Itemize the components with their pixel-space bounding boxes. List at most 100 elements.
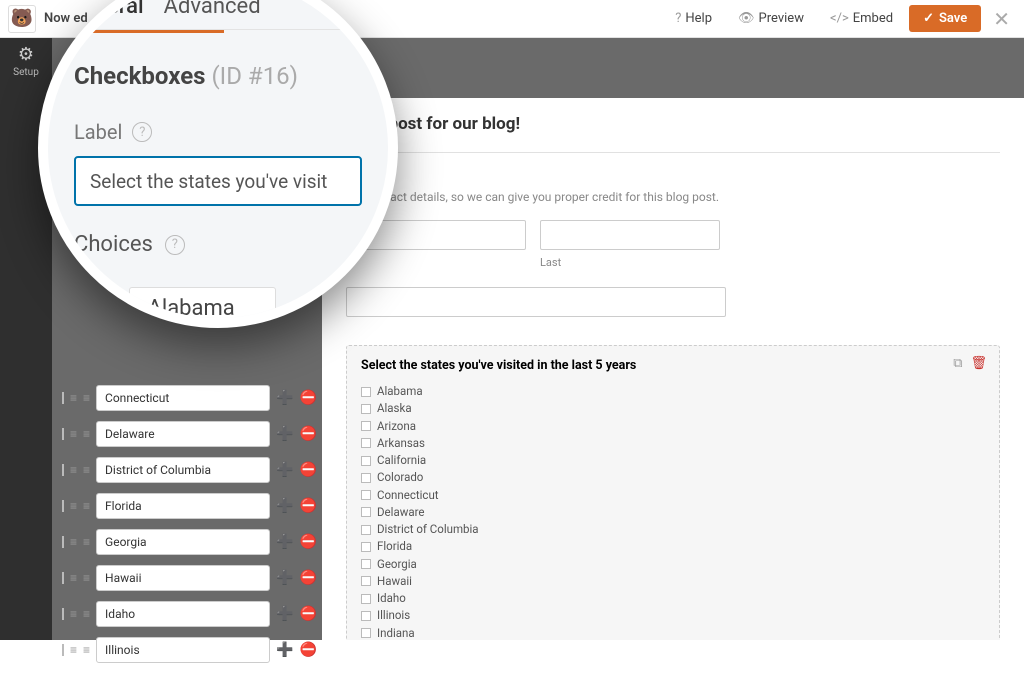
checkbox-option[interactable]: Indiana xyxy=(361,625,985,641)
last-name-field[interactable] xyxy=(540,220,720,250)
add-choice-icon[interactable]: ➕ xyxy=(276,498,293,514)
checkbox-icon xyxy=(361,473,371,483)
drag-handle-icon[interactable]: ≡ xyxy=(70,391,77,405)
default-checkbox[interactable] xyxy=(62,644,64,656)
default-checkbox[interactable] xyxy=(62,428,64,440)
default-checkbox[interactable] xyxy=(62,464,64,476)
add-choice-icon[interactable]: ➕ xyxy=(276,570,293,586)
checkbox-option[interactable]: Connecticut xyxy=(361,487,985,504)
menu-icon[interactable]: ≡ xyxy=(83,571,90,585)
checkbox-option[interactable]: Florida xyxy=(361,538,985,555)
checkbox-option-label: Arkansas xyxy=(377,435,425,452)
drag-handle-icon[interactable]: ≡ xyxy=(70,571,77,585)
checkbox-icon xyxy=(361,594,371,604)
menu-icon[interactable]: ≡ xyxy=(83,643,90,657)
remove-choice-icon[interactable]: ⛔ xyxy=(299,498,316,514)
choice-row: ≡≡➕⛔ xyxy=(62,493,302,519)
drag-handle-icon[interactable]: ≡ xyxy=(70,499,77,513)
check-icon: ✓ xyxy=(923,11,934,26)
drag-handle-icon[interactable]: ≡ xyxy=(70,643,77,657)
checkbox-option-label: Indiana xyxy=(377,625,415,641)
remove-choice-icon[interactable]: ⛔ xyxy=(299,462,316,478)
divider xyxy=(346,152,1000,153)
tab-general[interactable]: General xyxy=(62,0,158,19)
drag-handle-icon[interactable]: ≡ xyxy=(70,463,77,477)
help-icon[interactable]: ? xyxy=(165,235,185,255)
remove-choice-icon[interactable]: ⛔ xyxy=(299,606,316,622)
checkbox-option[interactable]: Hawaii xyxy=(361,573,985,590)
tab-advanced[interactable]: Advanced xyxy=(158,0,275,19)
add-choice-icon[interactable]: ➕ xyxy=(276,534,293,550)
checkbox-option[interactable]: District of Columbia xyxy=(361,521,985,538)
help-link[interactable]: ?Help xyxy=(665,5,722,32)
checkbox-option[interactable]: Alabama xyxy=(361,383,985,400)
embed-button[interactable]: </>Embed xyxy=(820,5,903,32)
remove-choice-icon[interactable]: ⛔ xyxy=(299,426,316,442)
checkbox-option-label: Georgia xyxy=(377,556,417,573)
label-option-label: Label xyxy=(74,120,122,144)
checkbox-option[interactable]: Idaho xyxy=(361,590,985,607)
gear-icon[interactable]: ⚙ xyxy=(0,44,52,65)
choice-text-input[interactable] xyxy=(96,637,270,663)
menu-icon[interactable]: ≡ xyxy=(83,535,90,549)
checkbox-icon xyxy=(361,490,371,500)
choice-text-input[interactable] xyxy=(96,493,270,519)
add-choice-icon[interactable]: ➕ xyxy=(276,462,293,478)
choice-text-input[interactable] xyxy=(96,565,270,591)
checkbox-option[interactable]: Illinois xyxy=(361,607,985,624)
trash-icon[interactable]: 🗑 xyxy=(970,356,987,371)
add-choice-icon[interactable]: ➕ xyxy=(276,606,293,622)
add-choice-icon[interactable]: ➕ xyxy=(276,390,293,406)
choice-text-input[interactable] xyxy=(96,457,270,483)
help-icon[interactable]: ? xyxy=(132,122,152,142)
help-label: Help xyxy=(685,11,712,26)
drag-handle-icon[interactable]: ≡ xyxy=(70,427,77,441)
add-choice-icon[interactable]: ➕ xyxy=(276,426,293,442)
default-checkbox[interactable] xyxy=(62,572,64,584)
add-choice-icon[interactable]: ➕ xyxy=(276,642,293,658)
drag-handle-icon[interactable]: ≡ xyxy=(108,296,119,317)
close-button[interactable]: ✕ xyxy=(987,7,1016,31)
checkbox-icon xyxy=(361,559,371,569)
remove-choice-icon[interactable]: ⛔ xyxy=(299,390,316,406)
checkbox-option[interactable]: Alaska xyxy=(361,400,985,417)
checkbox-option[interactable]: California xyxy=(361,452,985,469)
default-checkbox[interactable] xyxy=(62,392,64,404)
checkbox-option-label: District of Columbia xyxy=(377,521,479,538)
checkbox-option[interactable]: Arkansas xyxy=(361,435,985,452)
remove-choice-icon[interactable]: ⛔ xyxy=(299,570,316,586)
drag-handle-icon[interactable]: ≡ xyxy=(70,607,77,621)
checkbox-option[interactable]: Arizona xyxy=(361,418,985,435)
menu-icon[interactable]: ≡ xyxy=(83,427,90,441)
menu-icon[interactable]: ≡ xyxy=(83,499,90,513)
checkboxes-label: Select the states you've visited in the … xyxy=(361,358,985,373)
checkbox-option[interactable]: Delaware xyxy=(361,504,985,521)
choice-row: ≡≡➕⛔ xyxy=(62,637,302,663)
checkboxes-field-preview[interactable]: Select the states you've visited in the … xyxy=(346,345,1000,640)
choice-text-input[interactable] xyxy=(96,421,270,447)
text-field[interactable] xyxy=(346,287,726,317)
remove-choice-icon[interactable]: ⛔ xyxy=(299,642,316,658)
menu-icon[interactable]: ≡ xyxy=(83,607,90,621)
choice-text-input[interactable] xyxy=(96,529,270,555)
checkbox-option[interactable]: Colorado xyxy=(361,469,985,486)
drag-handle-icon[interactable]: ≡ xyxy=(70,535,77,549)
section-description: our contact details, so we can give you … xyxy=(346,190,1000,204)
menu-icon[interactable]: ≡ xyxy=(83,463,90,477)
choice-text-input[interactable] xyxy=(96,601,270,627)
label-input[interactable]: Select the states you've visit xyxy=(74,156,362,206)
eye-icon: 👁 xyxy=(738,11,755,26)
checkbox-option[interactable]: Georgia xyxy=(361,556,985,573)
save-button[interactable]: ✓Save xyxy=(909,5,981,32)
preview-button[interactable]: 👁 Preview xyxy=(728,5,814,32)
preview-label: Preview xyxy=(759,11,804,26)
choice-text-input[interactable] xyxy=(96,385,270,411)
remove-choice-icon[interactable]: ⛔ xyxy=(299,534,316,550)
default-checkbox[interactable] xyxy=(62,536,64,548)
checkbox-icon xyxy=(361,438,371,448)
default-checkbox[interactable] xyxy=(62,608,64,620)
duplicate-icon[interactable]: ⧉ xyxy=(953,356,962,371)
menu-icon[interactable]: ≡ xyxy=(83,391,90,405)
field-type-name: Checkboxes xyxy=(74,62,206,90)
default-checkbox[interactable] xyxy=(62,500,64,512)
